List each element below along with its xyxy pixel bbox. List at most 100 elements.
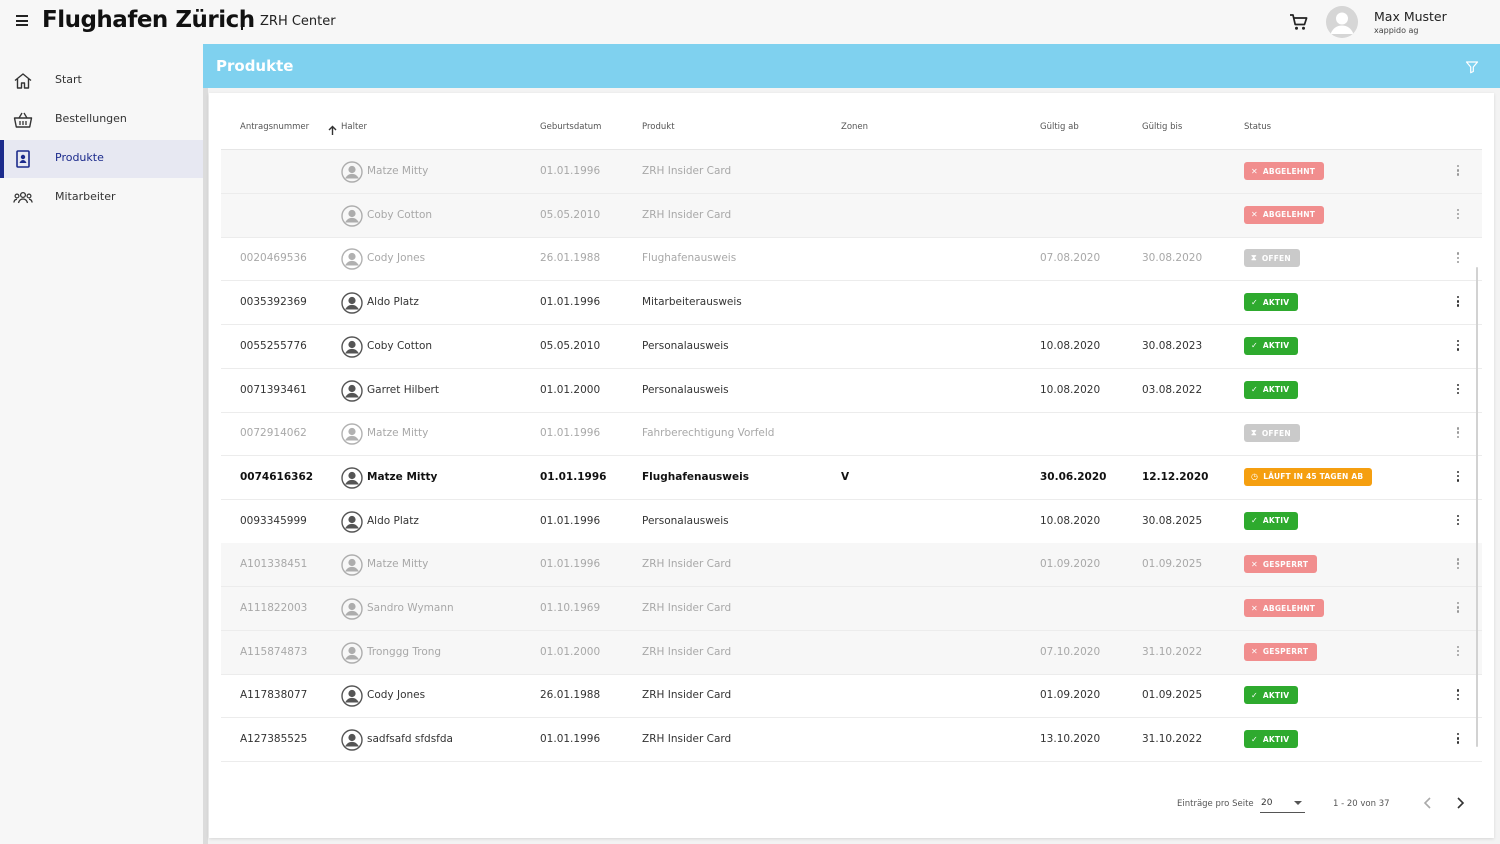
table-row[interactable]: 0072914062 Matze Mitty 01.01.1996 Fahrberec…: [221, 412, 1482, 457]
col-header-zonen[interactable]: Zonen: [841, 122, 868, 132]
status-label: AKTIV: [1262, 341, 1290, 351]
more-vertical-icon[interactable]: [1453, 427, 1463, 441]
user-avatar[interactable]: [1326, 6, 1358, 38]
cell-gueltig-ab: 10.08.2020: [1040, 339, 1101, 352]
previous-page-button[interactable]: [1421, 795, 1435, 811]
cell-produkt: Flughafenausweis: [642, 470, 749, 483]
cart-icon[interactable]: [1289, 13, 1309, 31]
table-row[interactable]: 0035392369 Aldo Platz 01.01.1996 Mitarbeite…: [221, 281, 1482, 326]
id-card-icon: [13, 149, 33, 169]
table-row[interactable]: 0074616362 Matze Mitty 01.01.1996 Flughafen…: [221, 456, 1482, 500]
cell-halter: Aldo Platz: [367, 514, 419, 527]
col-header-gueltig-ab[interactable]: Gültig ab: [1040, 122, 1079, 132]
more-vertical-icon[interactable]: [1453, 165, 1463, 179]
col-header-halter[interactable]: Halter: [341, 122, 367, 132]
holder-avatar-icon: [341, 641, 363, 664]
holder-avatar-icon: [341, 598, 363, 620]
table-row[interactable]: A117838077 Cody Jones 26.01.1988 ZRH Inside…: [221, 674, 1482, 719]
col-header-produkt[interactable]: Produkt: [642, 122, 675, 132]
status-label: GESPERRT: [1262, 647, 1309, 657]
cell-gueltig-bis: 01.09.2025: [1142, 689, 1203, 702]
col-header-status[interactable]: Status: [1244, 122, 1271, 132]
cell-gueltig-bis: 01.09.2025: [1142, 558, 1203, 571]
table-header: Antragsnummer Halter Geburtsdatum Produk…: [221, 114, 1482, 150]
more-vertical-icon[interactable]: [1453, 339, 1463, 354]
cell-antragsnummer: A127385525: [240, 733, 308, 746]
holder-avatar-icon: [341, 292, 363, 314]
col-header-antragsnummer[interactable]: Antragsnummer: [240, 122, 309, 132]
cell-halter: Matze Mitty: [367, 165, 429, 177]
brand-separator: [241, 11, 243, 30]
cell-geburtsdatum: 26.01.1988: [540, 689, 601, 702]
more-vertical-icon[interactable]: [1453, 558, 1463, 572]
col-header-geburtsdatum[interactable]: Geburtsdatum: [540, 122, 601, 132]
status-rejected-icon: ✕: [1251, 603, 1258, 613]
status-active-icon: ✓: [1251, 734, 1258, 744]
filter-icon[interactable]: [1465, 59, 1479, 74]
more-vertical-icon[interactable]: [1453, 645, 1463, 660]
cell-halter: sadfsafd sfdsfda: [367, 733, 453, 746]
cell-geburtsdatum: 01.01.2000: [540, 383, 601, 396]
cell-antragsnummer: A117838077: [240, 689, 308, 702]
sidebar-item-label: Mitarbeiter: [55, 190, 116, 203]
more-vertical-icon[interactable]: [1453, 733, 1463, 747]
cell-antragsnummer: A111822003: [240, 602, 308, 614]
table-row[interactable]: 0071393461 Garret Hilbert 01.01.2000 Person…: [221, 369, 1482, 413]
products-table-card: Antragsnummer Halter Geburtsdatum Produk…: [209, 93, 1494, 838]
page-title: Produkte: [216, 57, 294, 75]
sidebar-item-mitarbeiter[interactable]: Mitarbeiter: [0, 179, 203, 217]
status-badge: ✕ GESPERRT: [1244, 555, 1318, 574]
more-vertical-icon[interactable]: [1453, 602, 1463, 616]
cell-gueltig-bis: 12.12.2020: [1142, 470, 1209, 483]
cell-gueltig-bis: 31.10.2022: [1142, 645, 1203, 658]
table-row[interactable]: A111822003 Sandro Wymann 01.10.1969 ZRH Ins…: [221, 587, 1482, 631]
status-label: AKTIV: [1262, 690, 1290, 700]
table-row[interactable]: 0020469536 Cody Jones 26.01.1988 Flughafena…: [221, 237, 1482, 282]
more-vertical-icon[interactable]: [1453, 208, 1463, 223]
chevron-left-icon: [1423, 797, 1431, 809]
cell-antragsnummer: 0072914062: [240, 427, 307, 440]
holder-avatar-icon: [341, 423, 363, 445]
next-page-button[interactable]: [1453, 795, 1467, 811]
more-vertical-icon[interactable]: [1453, 383, 1463, 398]
col-header-gueltig-bis[interactable]: Gültig bis: [1142, 122, 1182, 132]
table-scrollbar[interactable]: [1476, 267, 1478, 747]
pagination-range: 1 - 20 von 37: [1333, 799, 1390, 809]
people-icon: [13, 188, 33, 208]
table-row[interactable]: 0055255776 Coby Cotton 05.05.2010 Personala…: [221, 325, 1482, 369]
sidebar-item-bestellungen[interactable]: Bestellungen: [0, 101, 203, 139]
holder-avatar-icon: [341, 685, 363, 708]
sidebar-item-start[interactable]: Start: [0, 62, 203, 100]
cell-produkt: ZRH Insider Card: [642, 733, 732, 746]
cell-produkt: ZRH Insider Card: [642, 645, 732, 658]
table-row[interactable]: Coby Cotton 05.05.2010 ZRH Insider Card ✕ AB…: [221, 193, 1482, 238]
status-open-icon: ⧗: [1251, 428, 1257, 438]
more-vertical-icon[interactable]: [1453, 296, 1463, 310]
cell-halter: Matze Mitty: [367, 558, 429, 571]
more-vertical-icon[interactable]: [1453, 514, 1463, 529]
more-vertical-icon[interactable]: [1453, 689, 1463, 703]
status-rejected-icon: ✕: [1251, 166, 1258, 176]
table-row[interactable]: Matze Mitty 01.01.1996 ZRH Insider Card ✕ AB…: [221, 150, 1482, 194]
cell-geburtsdatum: 05.05.2010: [540, 339, 601, 352]
more-vertical-icon[interactable]: [1453, 470, 1463, 485]
sidebar-item-produkte[interactable]: Produkte: [0, 140, 203, 178]
hamburger-menu-icon[interactable]: [16, 15, 28, 27]
table-row[interactable]: A115874873 Tronggg Trong 01.01.2000 ZRH Ins…: [221, 630, 1482, 675]
sort-ascending-icon[interactable]: [328, 121, 337, 135]
per-page-select[interactable]: 20: [1260, 793, 1305, 813]
more-vertical-icon[interactable]: [1453, 252, 1463, 266]
table-row[interactable]: 0093345999 Aldo Platz 01.01.1996 Personalau…: [221, 500, 1482, 544]
cell-geburtsdatum: 26.01.1988: [540, 252, 601, 265]
table-row[interactable]: A101338451 Matze Mitty 01.01.1996 ZRH Insid…: [221, 543, 1482, 588]
status-badge: ✕ GESPERRT: [1244, 642, 1318, 661]
status-badge: ⧗ OFFEN: [1244, 424, 1300, 443]
status-active-icon: ✓: [1251, 297, 1258, 307]
status-badge: ⧗ OFFEN: [1244, 249, 1300, 268]
table-row-partial: [221, 771, 1482, 777]
holder-avatar-icon: [341, 467, 363, 489]
cell-geburtsdatum: 01.01.2000: [540, 645, 601, 658]
cell-antragsnummer: 0071393461: [240, 383, 307, 396]
table-row[interactable]: A127385525 sadfsafd sfdsfda 01.01.1996 ZRH …: [221, 718, 1482, 763]
cell-produkt: ZRH Insider Card: [642, 165, 732, 177]
